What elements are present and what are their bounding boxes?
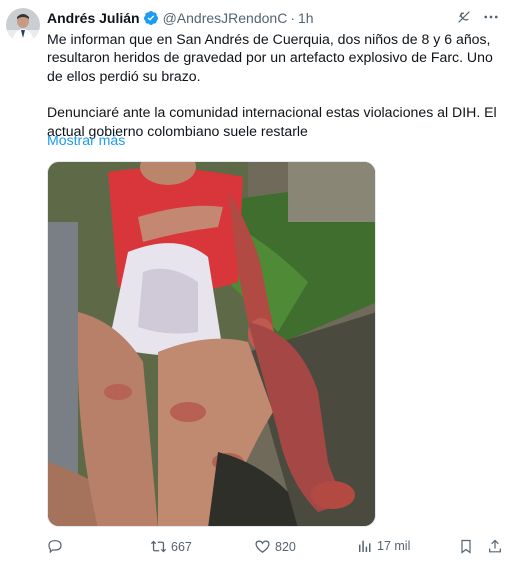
tweet-photo[interactable]	[47, 161, 376, 527]
tweet-actions-bar: 667 820 17 mil	[47, 538, 503, 560]
more-options-icon[interactable]	[482, 8, 500, 26]
like-count: 820	[275, 539, 296, 554]
tweet-header: Andrés Julián @AndresJRendonC · 1h	[47, 8, 314, 28]
tweet-timestamp[interactable]: 1h	[298, 10, 314, 26]
views-icon	[359, 540, 371, 552]
bookmark-icon	[461, 539, 471, 554]
verified-badge-icon	[143, 10, 159, 26]
retweet-count: 667	[171, 539, 192, 554]
avatar[interactable]	[6, 8, 40, 42]
tweet-card: Andrés Julián @AndresJRendonC · 1h Me in…	[0, 0, 508, 565]
author-handle[interactable]: @AndresJRendonC	[163, 10, 288, 26]
share-icon	[489, 539, 501, 553]
top-actions	[456, 8, 500, 26]
author-name[interactable]: Andrés Julián	[47, 10, 140, 26]
profile-photo-icon	[6, 8, 40, 42]
reply-button[interactable]	[47, 538, 67, 554]
views-button[interactable]: 17 mil	[357, 538, 410, 554]
like-button[interactable]: 820	[254, 538, 296, 555]
retweet-button[interactable]: 667	[150, 538, 192, 555]
tweet-photo-image	[48, 162, 375, 526]
tweet-text: Me informan que en San Andrés de Cuerqui…	[47, 30, 497, 140]
retweet-icon	[150, 540, 167, 553]
grok-icon[interactable]	[456, 9, 472, 25]
heart-icon	[255, 540, 270, 553]
views-count: 17 mil	[377, 539, 411, 553]
tweet-paragraph: Me informan que en San Andrés de Cuerqui…	[47, 31, 493, 84]
bookmark-button[interactable]	[458, 538, 474, 555]
separator-dot: ·	[290, 10, 295, 26]
show-more-link[interactable]: Mostrar más	[47, 132, 125, 148]
reply-icon	[48, 540, 62, 554]
share-button[interactable]	[487, 538, 503, 555]
